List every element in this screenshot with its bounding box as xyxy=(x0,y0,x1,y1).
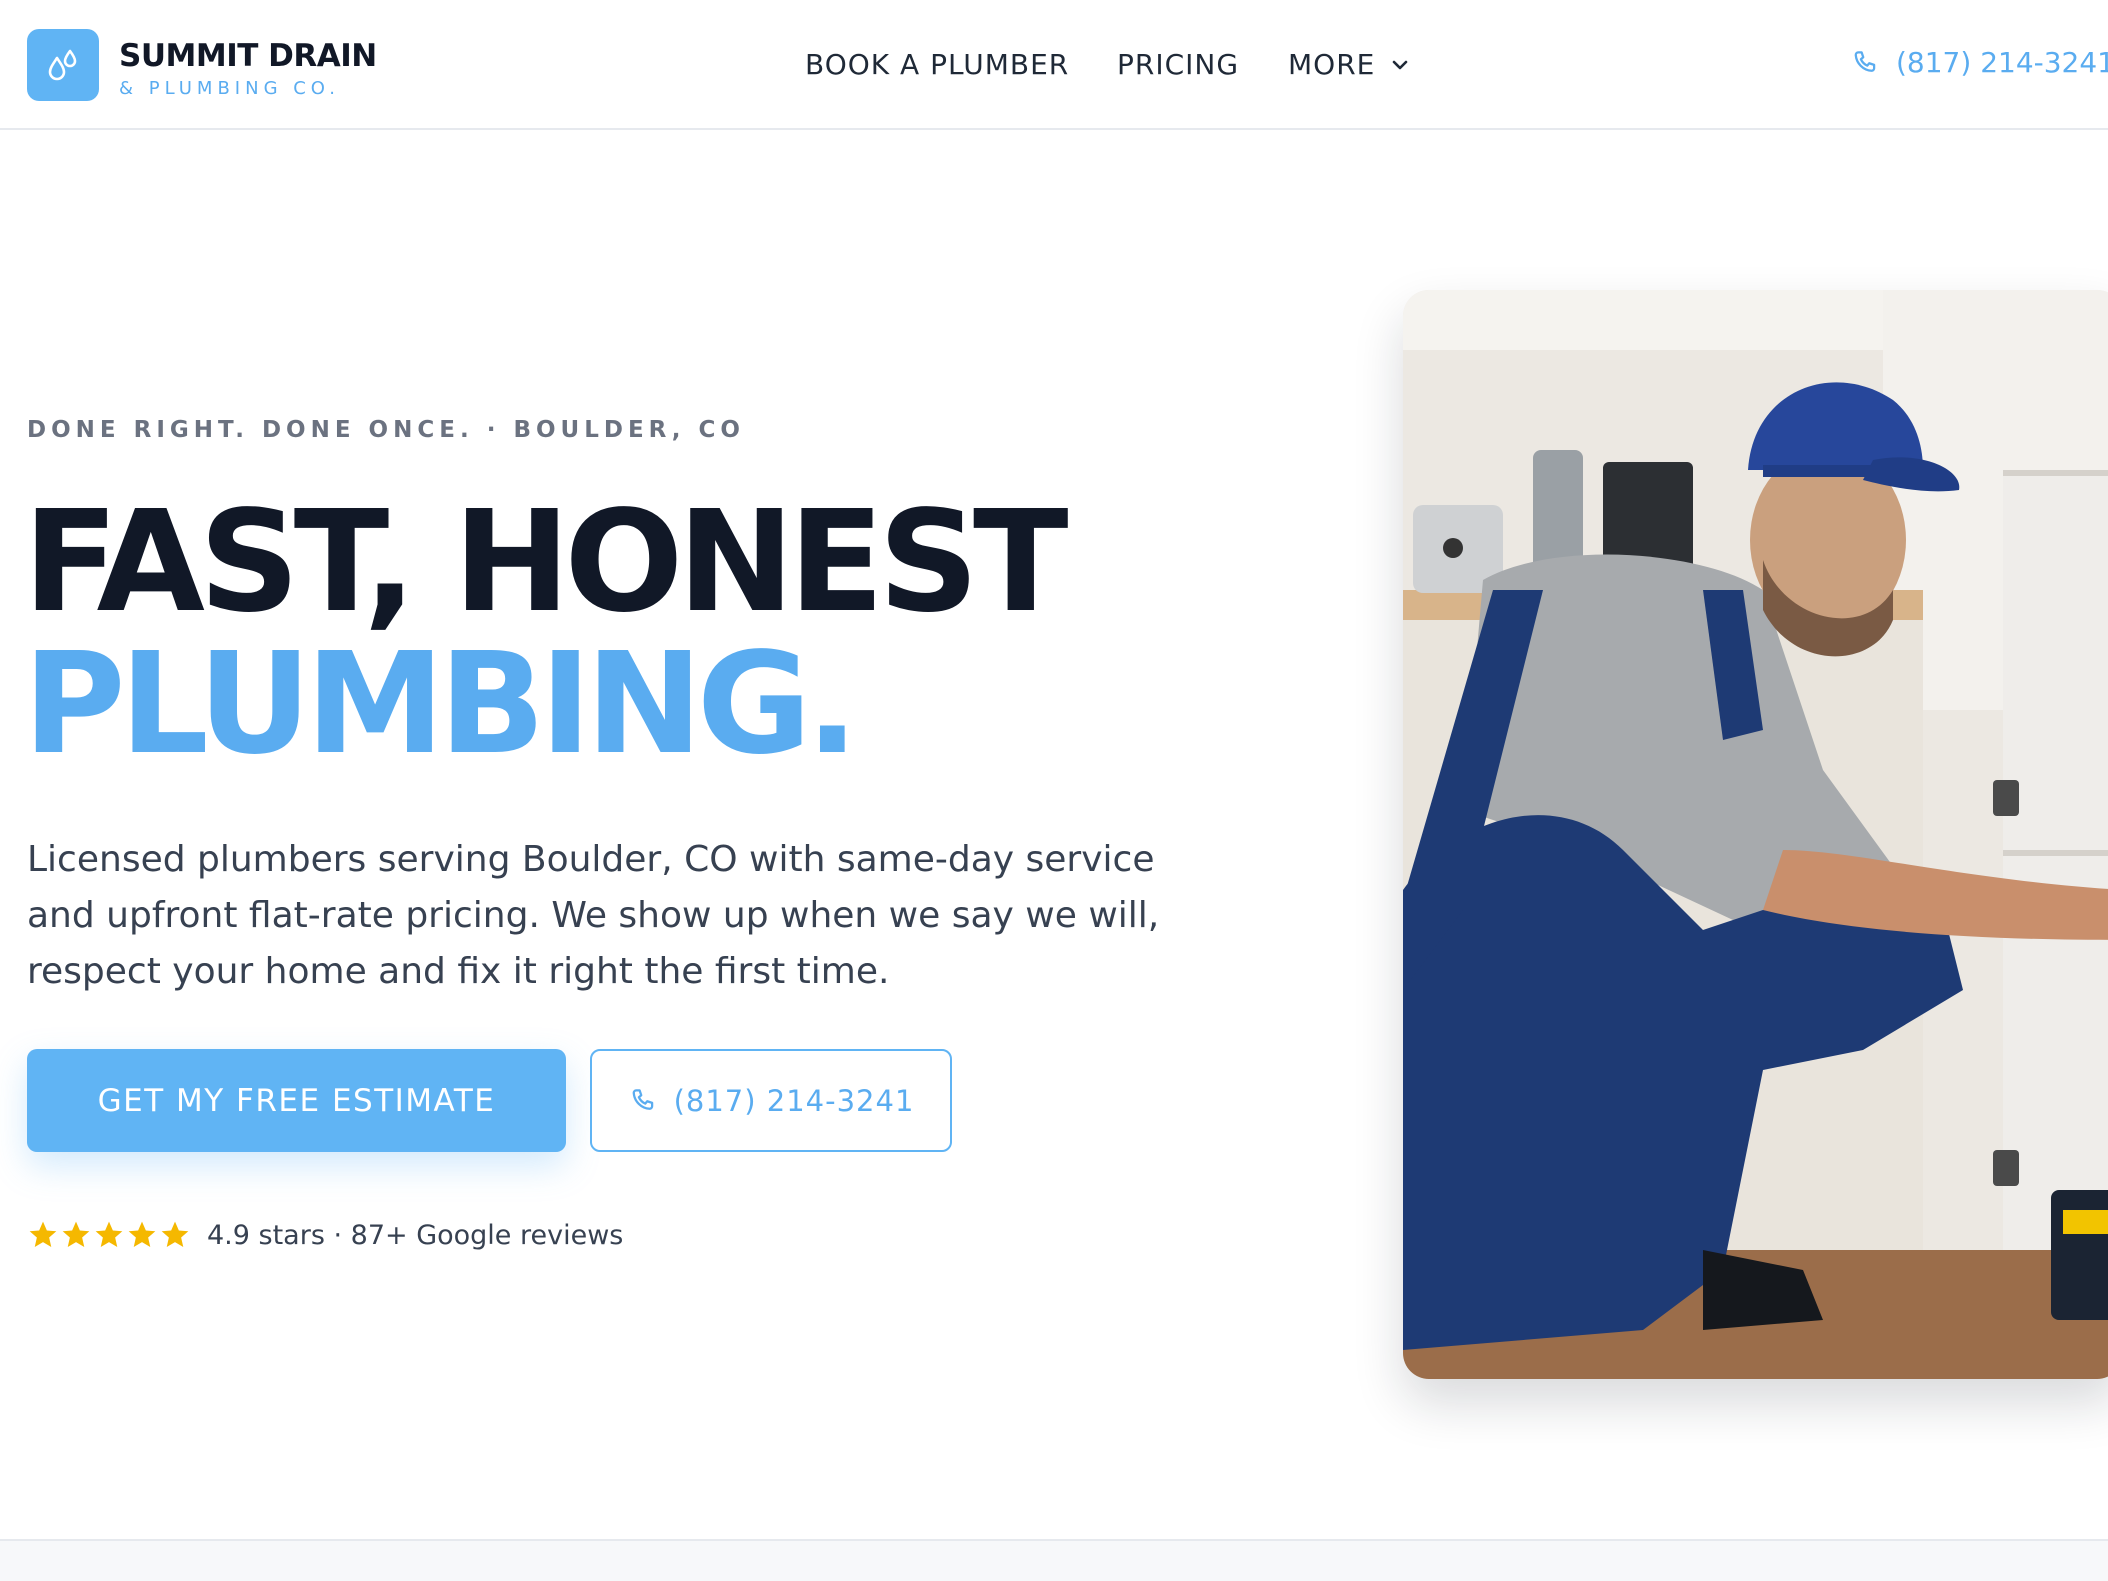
nav-book-label: BOOK A PLUMBER xyxy=(805,48,1070,81)
star-icon xyxy=(29,1221,57,1247)
next-section-edge xyxy=(0,1539,2108,1581)
site-header: SUMMIT DRAIN & PLUMBING CO. BOOK A PLUMB… xyxy=(0,0,2108,130)
star-icon xyxy=(161,1221,189,1247)
nav-pricing[interactable]: PRICING xyxy=(1117,48,1239,81)
hero-photo-plumber xyxy=(1403,290,2108,1379)
water-drops-icon xyxy=(48,49,77,81)
phone-icon xyxy=(1854,50,1876,72)
chevron-down-icon xyxy=(1393,60,1408,69)
nav-book-a-plumber[interactable]: BOOK A PLUMBER xyxy=(805,48,1069,81)
star-rating xyxy=(27,1219,191,1251)
headline-line-2: PLUMBING. xyxy=(23,623,859,786)
nav-more-dropdown[interactable]: MORE xyxy=(1288,48,1411,81)
call-phone-label: (817) 214-3241 xyxy=(673,1083,915,1118)
hero-eyebrow: DONE RIGHT. DONE ONCE. · BOULDER, CO xyxy=(27,417,745,443)
nav-pricing-label: PRICING xyxy=(1117,48,1240,81)
headline-line-1: FAST, HONEST xyxy=(23,481,1069,644)
hero-headline: FAST, HONEST PLUMBING. xyxy=(23,481,1069,786)
phone-icon xyxy=(632,1088,653,1110)
brand-name[interactable]: SUMMIT DRAIN xyxy=(119,38,377,74)
star-icon xyxy=(95,1221,123,1247)
star-icon xyxy=(128,1221,156,1247)
rating-summary: 4.9 stars · 87+ Google reviews xyxy=(27,1219,623,1251)
nav-more-label: MORE xyxy=(1288,48,1376,81)
get-free-estimate-button[interactable]: GET MY FREE ESTIMATE xyxy=(27,1049,566,1152)
brand-subtitle: & PLUMBING CO. xyxy=(119,78,340,99)
header-phone-link[interactable]: (817) 214-3241 xyxy=(1850,46,2108,79)
logo-badge[interactable] xyxy=(27,29,99,101)
call-phone-button[interactable]: (817) 214-3241 xyxy=(590,1049,952,1152)
header-phone-number: (817) 214-3241 xyxy=(1896,46,2108,79)
hero-description: Licensed plumbers serving Boulder, CO wi… xyxy=(27,839,1160,992)
rating-text: 4.9 stars · 87+ Google reviews xyxy=(207,1219,624,1251)
star-icon xyxy=(62,1221,90,1247)
